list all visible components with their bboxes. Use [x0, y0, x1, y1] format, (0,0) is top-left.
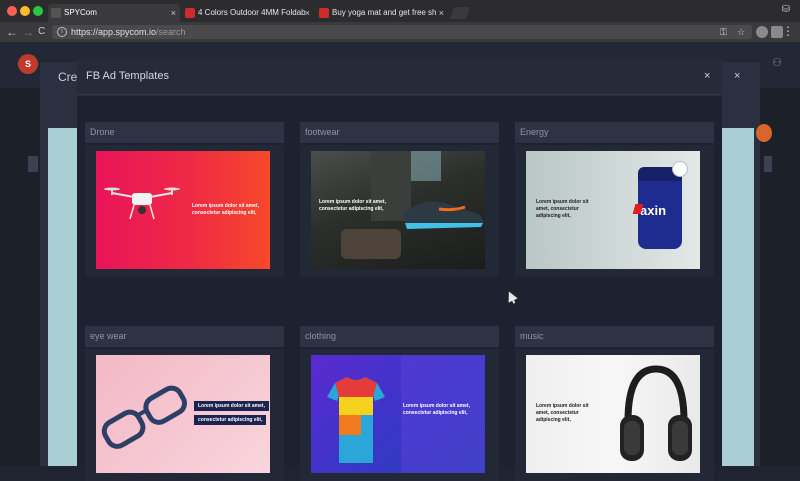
url-path: /search	[156, 27, 186, 37]
browser-tab-bar: SPYCom × 4 Colors Outdoor 4MM Foldab × B…	[0, 0, 800, 22]
user-icon[interactable]: ⚇	[772, 56, 782, 69]
background-panel	[48, 128, 78, 466]
tshirt-image-icon	[327, 377, 385, 463]
store-favicon-icon	[319, 8, 329, 18]
new-tab-button[interactable]	[449, 7, 471, 19]
bag-shape	[341, 229, 401, 259]
template-preview-footwear[interactable]: Lorem ipsum dolor sit amet, consectetur …	[311, 151, 485, 269]
template-card-clothing[interactable]: clothing Lorem ipsum dolor sit amet, con…	[300, 326, 499, 481]
template-frame: Lorem ipsum dolor sit amet, consectetur …	[515, 349, 714, 481]
template-preview-eye-wear[interactable]: Lorem ipsum dolor sit amet, consectetur …	[96, 355, 270, 473]
modal-close-icon[interactable]: ×	[704, 70, 710, 82]
template-card-music[interactable]: music Lorem ipsum dolor sit amet, consec…	[515, 326, 714, 481]
sneaker-image-icon	[403, 201, 484, 229]
extension-icon[interactable]	[756, 26, 768, 38]
tab-title: 4 Colors Outdoor 4MM Foldab	[198, 8, 306, 17]
reload-icon[interactable]: C	[38, 24, 45, 40]
minimize-window-button[interactable]	[20, 6, 30, 16]
template-label: eye wear	[85, 326, 284, 347]
template-preview-energy[interactable]: Lorem ipsum dolor sit amet, consectetur …	[526, 151, 700, 269]
product-text: axin	[640, 203, 667, 218]
template-ad-text-line: consectetur adipiscing elit,	[194, 415, 267, 425]
headphones-image-icon	[620, 365, 692, 461]
browser-tab-yoga-mat[interactable]: Buy yoga mat and get free sh ×	[316, 4, 448, 22]
store-favicon-icon	[185, 8, 195, 18]
template-label: music	[515, 326, 714, 347]
template-ad-text: Lorem ipsum dolor sit amet, consectetur …	[403, 403, 470, 416]
supplement-jar: axin	[632, 167, 682, 249]
url-text[interactable]: https://app.spycom.io/search	[71, 26, 186, 38]
template-label: Energy	[515, 122, 714, 143]
product-badge-icon	[672, 161, 688, 177]
key-icon[interactable]: ⚿	[720, 26, 727, 38]
tab-close-icon[interactable]: ×	[305, 4, 310, 22]
template-label: Drone	[85, 122, 284, 143]
template-label: footwear	[300, 122, 499, 143]
tab-title: Buy yoga mat and get free sh	[332, 8, 437, 17]
background-avatar	[756, 124, 772, 142]
browser-menu-icon[interactable]: ⋮	[782, 24, 794, 38]
eyeglasses-image-icon	[101, 385, 187, 449]
template-frame: Lorem ipsum dolor sit amet, consectetur …	[300, 349, 499, 481]
url-host: https://app.spycom.io	[71, 27, 157, 37]
background-element	[764, 156, 772, 172]
browser-toolbar: ← → C i https://app.spycom.io/search ⚿ ☆…	[0, 22, 800, 42]
info-icon[interactable]: i	[57, 27, 67, 37]
template-card-eye-wear[interactable]: eye wear Lorem ipsum dolor sit amet, con…	[85, 326, 284, 481]
template-preview-music[interactable]: Lorem ipsum dolor sit amet, consectetur …	[526, 355, 700, 473]
tab-close-icon[interactable]: ×	[439, 4, 444, 22]
background-element	[28, 156, 38, 172]
tab-title: SPYCom	[64, 8, 97, 17]
browser-tab-spycom[interactable]: SPYCom ×	[48, 4, 180, 22]
templates-grid: Drone Lorem ipsum dolor sit amet, consec…	[77, 96, 722, 481]
template-ad-text: Lorem ipsum dolor sit amet, consectetur …	[536, 199, 589, 219]
address-bar[interactable]: i https://app.spycom.io/search ⚿ ☆	[52, 25, 752, 39]
back-arrow-icon[interactable]: ←	[6, 24, 18, 40]
template-ad-text: Lorem ipsum dolor sit amet, consectetur …	[536, 403, 589, 423]
forward-arrow-icon[interactable]: →	[22, 24, 34, 40]
background-panel	[722, 128, 754, 466]
background-modal-close-icon[interactable]: ×	[734, 70, 740, 82]
template-ad-text: Lorem ipsum dolor sit amet, consectetur …	[192, 203, 259, 216]
profile-icon[interactable]: ⛁	[782, 4, 790, 15]
bookmark-star-icon[interactable]: ☆	[737, 26, 745, 38]
tab-close-icon[interactable]: ×	[171, 4, 176, 22]
browser-tab-outdoor-mat[interactable]: 4 Colors Outdoor 4MM Foldab ×	[182, 4, 314, 22]
template-frame: Lorem ipsum dolor sit amet, consectetur …	[85, 145, 284, 277]
template-preview-clothing[interactable]: Lorem ipsum dolor sit amet, consectetur …	[311, 355, 485, 473]
modal-title: FB Ad Templates	[86, 70, 169, 82]
drone-image-icon	[104, 187, 180, 220]
template-card-drone[interactable]: Drone Lorem ipsum dolor sit amet, consec…	[85, 122, 284, 277]
template-card-footwear[interactable]: footwear Lorem ipsum dolor sit amet, con…	[300, 122, 499, 277]
template-frame: Lorem ipsum dolor sit amet, consectetur …	[300, 145, 499, 277]
spycom-favicon-icon	[51, 8, 61, 18]
template-label: clothing	[300, 326, 499, 347]
template-ad-text-line: Lorem ipsum dolor sit amet,	[194, 401, 269, 411]
template-preview-drone[interactable]: Lorem ipsum dolor sit amet, consectetur …	[96, 151, 270, 269]
template-frame: Lorem ipsum dolor sit amet, consectetur …	[85, 349, 284, 481]
template-ad-text: Lorem ipsum dolor sit amet, consectetur …	[319, 199, 386, 212]
template-card-energy[interactable]: Energy Lorem ipsum dolor sit amet, conse…	[515, 122, 714, 277]
maximize-window-button[interactable]	[33, 6, 43, 16]
template-frame: Lorem ipsum dolor sit amet, consectetur …	[515, 145, 714, 277]
modal-header: FB Ad Templates ×	[77, 59, 722, 95]
close-window-button[interactable]	[7, 6, 17, 16]
fb-ad-templates-modal: FB Ad Templates × Drone Lorem ipsum dolo…	[77, 59, 722, 481]
spycom-logo-icon: S	[18, 54, 38, 74]
